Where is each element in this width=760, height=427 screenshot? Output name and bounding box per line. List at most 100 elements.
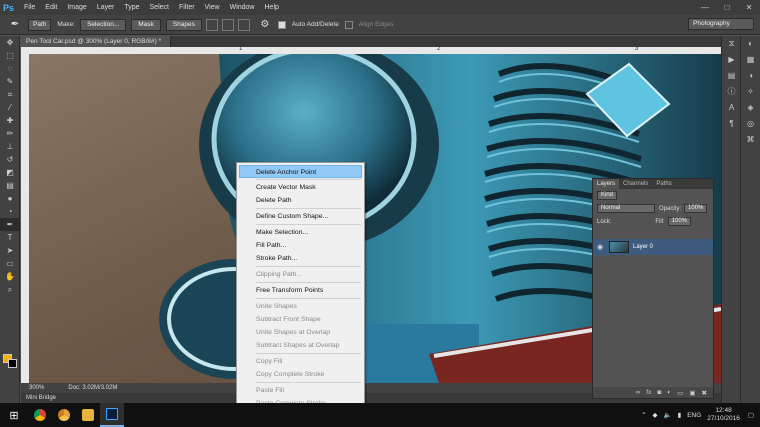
fill-field[interactable]: 100%: [667, 217, 692, 226]
channels-panel-icon[interactable]: ◎: [741, 116, 760, 132]
minimize-button[interactable]: —: [694, 0, 716, 15]
network-icon[interactable]: ▮: [678, 411, 682, 419]
rectangle-tool-icon[interactable]: ▭: [0, 257, 20, 270]
menu-help[interactable]: Help: [260, 4, 284, 11]
context-menu-item-define-custom-shape[interactable]: Define Custom Shape...: [237, 210, 364, 223]
adjustments-panel-icon[interactable]: ◑: [741, 68, 760, 84]
add-mask-icon[interactable]: ◙: [657, 389, 661, 396]
history-brush-tool-icon[interactable]: ↺: [0, 153, 20, 166]
menu-window[interactable]: Window: [225, 4, 260, 11]
chevron-up-icon[interactable]: ⌃: [641, 411, 646, 419]
new-group-icon[interactable]: ▭: [677, 389, 683, 397]
menu-image[interactable]: Image: [62, 4, 91, 11]
pen-tool-icon[interactable]: ✒: [0, 218, 20, 231]
notifications-icon[interactable]: ▢: [748, 411, 754, 419]
shapes-button[interactable]: Shapes: [165, 18, 202, 31]
path-alignment-icon[interactable]: [221, 18, 234, 31]
color-panel-icon[interactable]: ◐: [741, 36, 760, 52]
photoshop-taskbar-icon[interactable]: [100, 403, 124, 427]
gear-icon[interactable]: ⚙: [258, 18, 272, 32]
workspace-select[interactable]: Photography: [688, 18, 754, 30]
dropbox-icon[interactable]: ◆: [653, 411, 658, 419]
layer-name[interactable]: Layer 0: [633, 244, 653, 250]
history-panel-icon[interactable]: ⧖: [722, 36, 741, 52]
maximize-button[interactable]: □: [716, 0, 738, 15]
context-menu-item-make-selection[interactable]: Make Selection...: [237, 226, 364, 239]
context-menu-item-free-transform-points[interactable]: Free Transform Points: [237, 284, 364, 297]
character-panel-icon[interactable]: A: [722, 100, 741, 116]
menu-view[interactable]: View: [200, 4, 225, 11]
crop-tool-icon[interactable]: ⌗: [0, 88, 20, 101]
path-arrangement-icon[interactable]: [237, 18, 250, 31]
type-tool-icon[interactable]: T: [0, 231, 20, 244]
trash-icon[interactable]: ✖: [702, 389, 707, 397]
context-menu-item-fill-path[interactable]: Fill Path...: [237, 239, 364, 252]
info-panel-icon[interactable]: ⓘ: [722, 84, 741, 100]
tab-channels[interactable]: Channels: [619, 179, 652, 189]
zoom-level[interactable]: 300%: [29, 385, 44, 391]
vertical-ruler[interactable]: [21, 47, 29, 383]
marquee-tool-icon[interactable]: ⬚: [0, 49, 20, 62]
close-button[interactable]: ✕: [738, 0, 760, 15]
move-tool-icon[interactable]: ✥: [0, 36, 20, 49]
tab-layers[interactable]: Layers: [593, 179, 620, 189]
language-indicator[interactable]: ENG: [687, 412, 701, 419]
properties-panel-icon[interactable]: ▤: [722, 68, 741, 84]
path-selection-tool-icon[interactable]: ➤: [0, 244, 20, 257]
layer-row[interactable]: ◉ Layer 0: [593, 239, 713, 255]
selection-button[interactable]: Selection...: [80, 18, 127, 31]
layers-panel-icon[interactable]: ◈: [741, 100, 760, 116]
clock[interactable]: 12:48 27/10/2016: [707, 407, 740, 423]
new-layer-icon[interactable]: ▣: [689, 389, 695, 397]
zoom-tool-icon[interactable]: ⌕: [0, 283, 20, 296]
actions-panel-icon[interactable]: ▶: [722, 52, 741, 68]
layer-style-icon[interactable]: fx: [646, 389, 651, 396]
speaker-icon[interactable]: 🔈: [664, 411, 672, 419]
gradient-tool-icon[interactable]: ▤: [0, 179, 20, 192]
kind-filter-select[interactable]: Kind: [597, 191, 618, 200]
context-menu-item-stroke-path[interactable]: Stroke Path...: [237, 252, 364, 265]
link-layers-icon[interactable]: ∞: [636, 389, 641, 396]
menu-type[interactable]: Type: [119, 4, 144, 11]
paragraph-panel-icon[interactable]: ¶: [722, 116, 741, 132]
lasso-tool-icon[interactable]: ◌: [0, 62, 20, 75]
healing-brush-tool-icon[interactable]: ✚: [0, 114, 20, 127]
context-menu-item-delete-path[interactable]: Delete Path: [237, 194, 364, 207]
hand-tool-icon[interactable]: ✋: [0, 270, 20, 283]
background-color-swatch[interactable]: [8, 359, 17, 368]
align-edges-checkbox[interactable]: [344, 20, 353, 29]
styles-panel-icon[interactable]: ✧: [741, 84, 760, 100]
document-tab[interactable]: Pen Tool Car.psd @ 300% (Layer 0, RGB/8#…: [21, 36, 171, 47]
menu-edit[interactable]: Edit: [40, 4, 62, 11]
adjustment-layer-icon[interactable]: ◐: [667, 389, 671, 396]
context-menu-item-create-vector-mask[interactable]: Create Vector Mask: [237, 181, 364, 194]
dodge-tool-icon[interactable]: ◔: [0, 205, 20, 218]
horizontal-ruler[interactable]: 1 2 3: [29, 46, 721, 54]
swatches-panel-icon[interactable]: ▦: [741, 52, 760, 68]
opacity-field[interactable]: 100%: [684, 204, 708, 213]
quick-select-tool-icon[interactable]: ✎: [0, 75, 20, 88]
menu-select[interactable]: Select: [145, 4, 174, 11]
media-player-taskbar-icon[interactable]: [76, 403, 100, 427]
eyedropper-tool-icon[interactable]: ⁄: [0, 101, 20, 114]
context-menu-item-delete-anchor-point[interactable]: Delete Anchor Point: [239, 165, 362, 178]
chrome-canary-taskbar-icon[interactable]: [52, 403, 76, 427]
mask-button[interactable]: Mask: [131, 18, 161, 31]
windows-start-icon[interactable]: ⊞: [0, 409, 28, 422]
eraser-tool-icon[interactable]: ◩: [0, 166, 20, 179]
menu-file[interactable]: File: [19, 4, 40, 11]
path-operations-icon[interactable]: [205, 18, 218, 31]
chrome-taskbar-icon[interactable]: [28, 403, 52, 427]
eye-icon[interactable]: ◉: [597, 243, 603, 251]
blend-mode-select[interactable]: Normal: [597, 204, 655, 213]
menu-filter[interactable]: Filter: [174, 4, 200, 11]
tab-paths[interactable]: Paths: [652, 179, 675, 189]
document-info[interactable]: Doc: 3.02M/3.02M: [68, 385, 117, 391]
path-mode-select[interactable]: Path: [28, 18, 52, 31]
pen-tool-preset-icon[interactable]: ✒: [8, 18, 22, 32]
paths-panel-icon[interactable]: ⌘: [741, 132, 760, 148]
blur-tool-icon[interactable]: ●: [0, 192, 20, 205]
auto-add-delete-checkbox[interactable]: [277, 20, 286, 29]
brush-tool-icon[interactable]: ✏: [0, 127, 20, 140]
menu-layer[interactable]: Layer: [92, 4, 120, 11]
